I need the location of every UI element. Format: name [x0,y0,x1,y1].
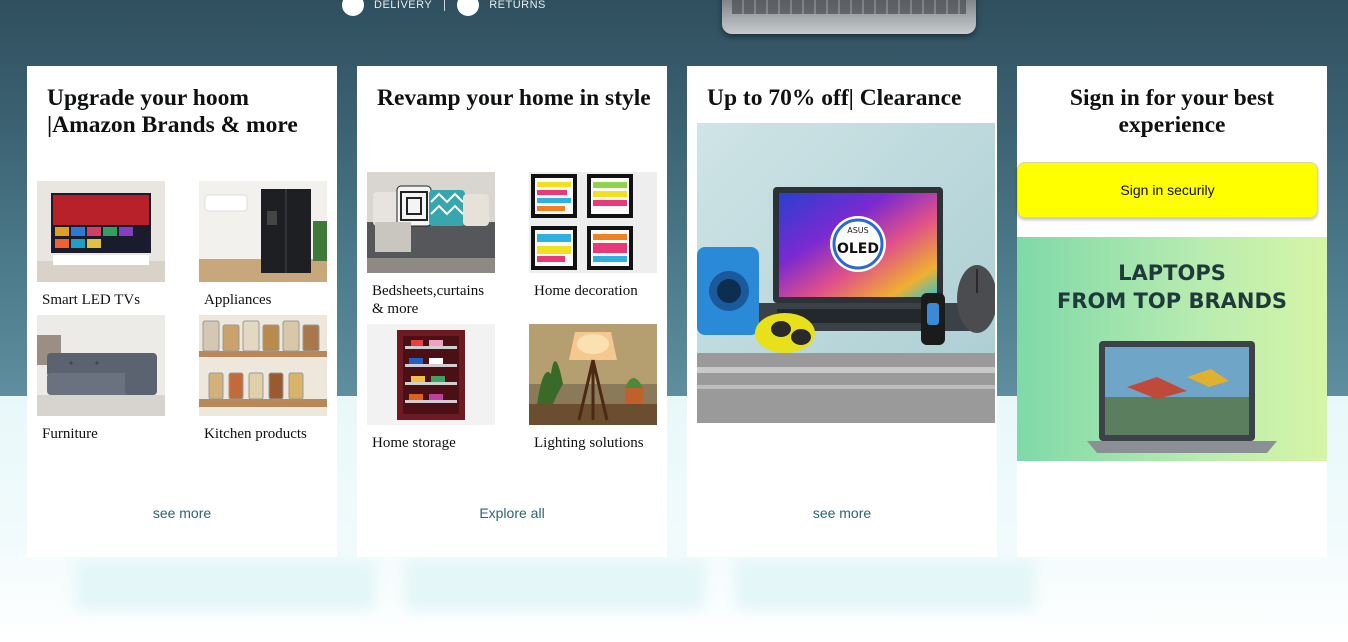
laptop-image [1087,341,1277,453]
refrigerator-image[interactable] [199,181,327,282]
card-title: Revamp your home in style [377,85,651,111]
explore-all-link[interactable]: Explore all [357,505,667,521]
card-clearance: Up to 70% off| Clearance ASUS OLED see m… [687,66,997,557]
card-title: Upgrade your hoom |Amazon Brands & more [47,85,298,138]
returns-text: RETURNS [489,0,546,11]
tile-label[interactable]: Bedsheets,curtains & more [367,282,495,318]
asus-logo-text: ASUS [847,226,868,235]
see-more-link[interactable]: see more [27,505,337,521]
jars-image[interactable] [199,315,327,416]
cushions-image[interactable] [367,172,495,273]
oled-badge-text: OLED [837,241,879,257]
see-more-link[interactable]: see more [687,505,997,521]
tile-label[interactable]: Furniture [37,425,165,443]
tile-label[interactable]: Smart LED TVs [37,291,165,309]
wall-frames-image[interactable] [529,172,657,273]
tile-home-storage[interactable]: Home storage [367,324,495,452]
tile-lighting-solutions[interactable]: Lighting solutions [529,324,657,452]
sign-in-button[interactable]: Sign in securily [1017,162,1318,218]
card-revamp-home: Revamp your home in style Bedsheets,curt… [357,66,667,557]
tile-label[interactable]: Appliances [199,291,327,309]
laptops-promo-banner[interactable]: LAPTOPS FROM TOP BRANDS [1017,237,1327,461]
tile-smart-led-tvs[interactable]: Smart LED TVs [37,181,165,309]
returns-icon [457,0,480,16]
tile-home-decoration[interactable]: Home decoration [529,172,657,300]
card-amazon-brands: Upgrade your hoom |Amazon Brands & more … [27,66,337,557]
shoe-rack-image[interactable] [367,324,495,425]
tile-appliances[interactable]: Appliances [199,181,327,309]
promo-line-1: LAPTOPS [1118,261,1226,285]
card-title: Sign in for your best experience [1069,85,1275,138]
keyboard-image [722,0,976,34]
delivery-text: DELIVERY [374,0,433,11]
card-sign-in: Sign in for your best experience Sign in… [1017,66,1327,557]
divider [444,0,446,11]
sofa-image[interactable] [37,315,165,416]
tv-image[interactable] [37,181,165,282]
card-shadow [75,560,375,610]
tile-furniture[interactable]: Furniture [37,315,165,443]
clearance-deal-image[interactable]: ASUS OLED [697,123,995,423]
delivery-returns-strip: DELIVERY RETURNS [342,0,546,16]
delivery-icon [342,0,364,16]
tile-label[interactable]: Kitchen products [199,425,327,443]
tile-label[interactable]: Lighting solutions [529,434,657,452]
tile-kitchen-products[interactable]: Kitchen products [199,315,327,443]
card-shadow [405,560,705,610]
tile-label[interactable]: Home storage [367,434,495,452]
tile-bedsheets[interactable]: Bedsheets,curtains & more [367,172,495,318]
card-title: Up to 70% off| Clearance [707,85,962,111]
card-shadow [735,560,1035,610]
promo-line-2: FROM TOP BRANDS [1056,289,1287,313]
lamp-image[interactable] [529,324,657,425]
tile-label[interactable]: Home decoration [529,282,657,300]
